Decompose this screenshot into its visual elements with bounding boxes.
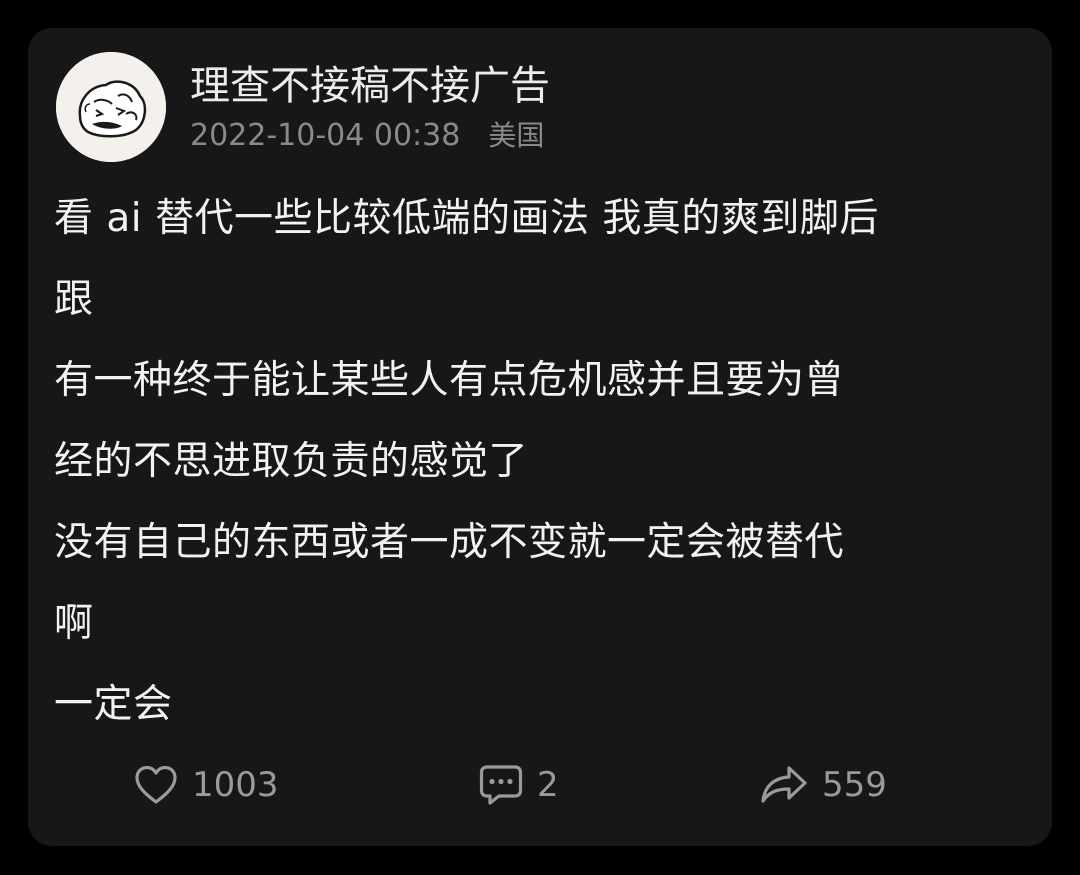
post-timestamp: 2022-10-04 00:38 (190, 118, 461, 153)
post-content: 看 ai 替代一些比较低端的画法 我真的爽到脚后 跟 有一种终于能让某些人有点危… (54, 178, 1014, 745)
comment-bubble-icon (479, 765, 523, 805)
post-text-line: 啊 (54, 601, 94, 646)
avatar[interactable] (56, 52, 166, 162)
like-count: 1003 (192, 765, 279, 805)
post-text-line: 有一种终于能让某些人有点危机感并且要为曾 (54, 358, 845, 403)
post-location: 美国 (488, 119, 545, 152)
share-arrow-icon (761, 766, 807, 803)
share-count: 559 (822, 765, 887, 805)
like-button[interactable]: 1003 (134, 760, 279, 810)
author-name[interactable]: 理查不接稿不接广告 (190, 62, 550, 110)
post-text-line: 看 ai 替代一些比较低端的画法 我真的爽到脚后 (54, 196, 879, 241)
heart-icon (135, 765, 177, 804)
action-bar: 1003 2 559 (28, 760, 1052, 810)
avatar-sketch-image (56, 52, 166, 162)
post-text-line: 没有自己的东西或者一成不变就一定会被替代 (54, 520, 845, 565)
post-text-line: 经的不思进取负责的感觉了 (54, 439, 529, 484)
post-card: 理查不接稿不接广告 2022-10-04 00:38 美国 看 ai 替代一些比较… (28, 28, 1052, 846)
comment-button[interactable]: 2 (479, 760, 559, 810)
comment-count: 2 (537, 765, 559, 805)
post-meta: 2022-10-04 00:38 美国 (190, 118, 544, 154)
share-button[interactable]: 559 (760, 760, 887, 810)
post-text-line: 跟 (54, 277, 94, 322)
post-text-line: 一定会 (54, 682, 173, 727)
